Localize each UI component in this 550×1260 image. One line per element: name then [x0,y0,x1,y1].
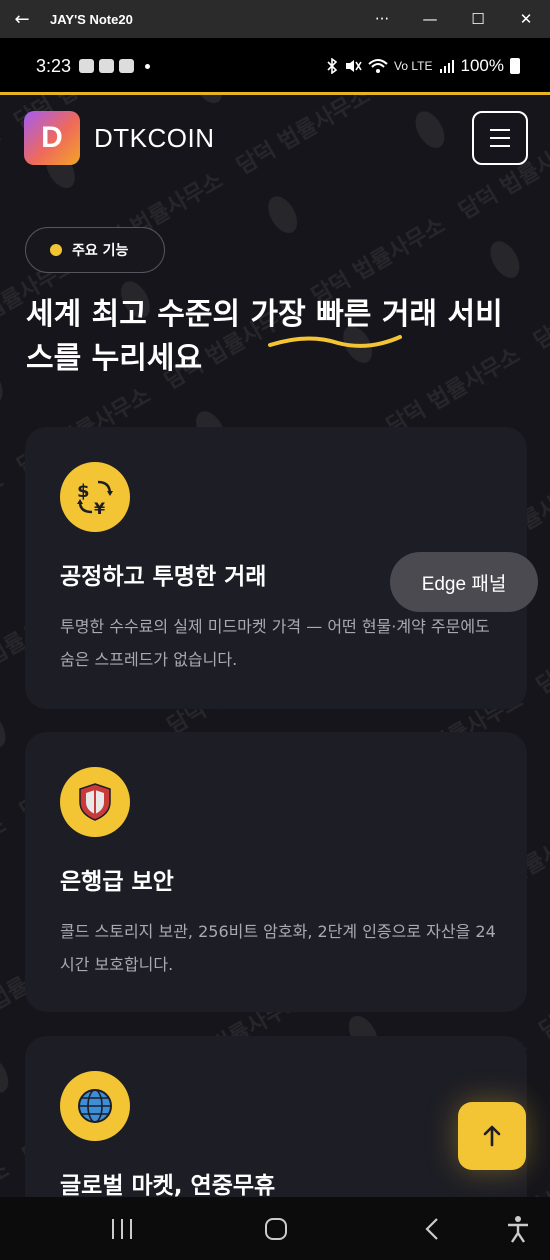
recent-apps-button[interactable] [105,1217,139,1241]
status-time: 3:23 [36,55,72,76]
status-bar: 3:23 Vo LTE 100% [0,38,550,94]
system-icons: Vo LTE 100% [326,56,520,76]
feature-card-global-market: 글로벌 마켓, 연중무휴 [25,1036,527,1197]
volte-label: Vo LTE [394,59,433,73]
wifi-icon [368,59,388,73]
card-description: 콜드 스토리지 보관, 256비트 암호화, 2단계 인증으로 자산을 24시간… [60,922,496,974]
minimize-button[interactable]: — [406,0,454,38]
card-title: 공정하고 투명한 거래 [60,564,267,590]
more-icon: ··· [374,10,390,28]
shield-icon [60,767,130,837]
notification-icon [99,59,115,73]
home-button[interactable] [262,1215,290,1243]
menu-line-icon [490,137,510,139]
maximize-icon: ☐ [471,10,485,28]
android-nav-bar [0,1197,550,1260]
feature-card-bank-security: 은행급 보안 콜드 스토리지 보관, 256비트 암호화, 2단계 인증으로 자… [25,732,527,1012]
card-title: 글로벌 마켓, 연중무휴 [60,1173,276,1197]
accessibility-icon [508,1216,528,1243]
back-arrow-icon: ← [14,8,30,30]
close-icon: ✕ [519,10,533,28]
brand-name[interactable]: DTKCOIN [94,123,215,154]
edge-panel-handle[interactable]: Edge 패널 [390,552,538,612]
card-title: 은행급 보안 [60,869,174,895]
scroll-to-top-button[interactable] [458,1102,526,1170]
more-options-button[interactable]: ··· [358,0,406,38]
menu-line-icon [490,145,510,147]
svg-text:¥: ¥ [94,499,105,518]
window-titlebar: ← JAY'S Note20 ··· — ☐ ✕ [0,0,550,38]
signal-icon [439,60,454,73]
arrow-up-icon [483,1125,501,1147]
notification-icons [79,59,151,73]
window-title: JAY'S Note20 [50,11,133,27]
battery-icon [510,58,520,74]
globe-icon [60,1071,130,1141]
logo-letter: D [41,121,63,154]
badge-dot-icon [50,244,62,256]
close-button[interactable]: ✕ [502,0,550,38]
currency-exchange-icon: $ ¥ [60,462,130,532]
back-chevron-icon [425,1218,438,1240]
talk-icon [79,59,95,73]
back-button[interactable]: ← [0,0,44,38]
minimize-icon: — [422,10,438,28]
nav-back-button[interactable] [420,1215,444,1243]
menu-line-icon [490,129,510,131]
notification-icon-2 [119,59,135,73]
home-icon [265,1218,287,1240]
bluetooth-icon [327,58,338,74]
accessibility-button[interactable] [504,1214,532,1244]
more-notifications-dot-icon [145,63,151,69]
site-header: D DTKCOIN [24,110,528,166]
battery-percent: 100% [460,56,504,75]
dtkcoin-logo[interactable]: D [24,111,80,165]
app-viewport[interactable]: 담덕 법률사무소 D DTKCOIN 주요 기능 세계 최고 수준의 가장 빠른… [0,95,550,1197]
maximize-button[interactable]: ☐ [454,0,502,38]
hamburger-menu-button[interactable] [472,111,528,165]
headline-underline-decoration [268,335,402,348]
mute-icon [346,60,362,72]
card-description: 투명한 수수료의 실제 미드마켓 가격 — 어떤 현물·계약 주문에도 숨은 스… [60,617,490,669]
badge-label: 주요 기능 [72,243,129,259]
edge-panel-label: Edge 패널 [421,573,507,595]
svg-text:$: $ [77,481,90,502]
section-badge: 주요 기능 [25,227,165,273]
recent-apps-icon [112,1219,132,1239]
